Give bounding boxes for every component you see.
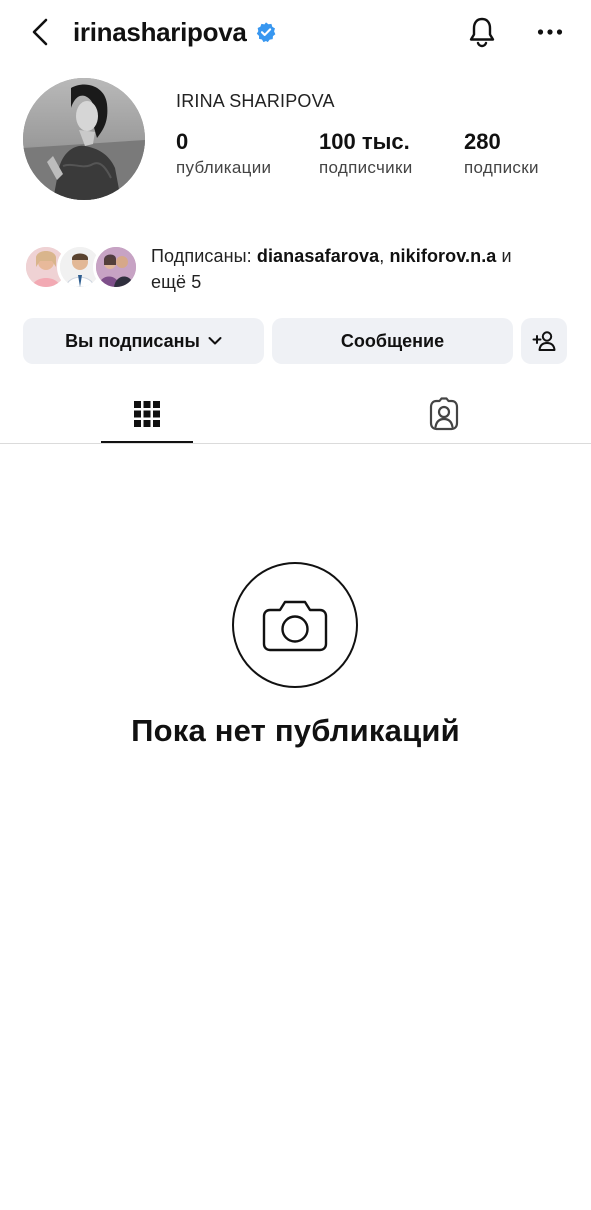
display-name: IRINA SHARIPOVA	[176, 91, 335, 111]
back-button[interactable]	[24, 14, 56, 50]
following-count[interactable]: 280 подписки	[464, 128, 539, 178]
add-person-button[interactable]	[521, 318, 567, 364]
mutual-follower-link[interactable]: nikiforov.n.a	[389, 246, 496, 266]
empty-state-icon-circle	[232, 562, 358, 688]
tab-posts[interactable]	[101, 384, 193, 444]
camera-icon	[262, 600, 328, 652]
following-count-value: 280	[464, 129, 501, 154]
posts-count-label: публикации	[176, 158, 272, 177]
profile-page: irinasharipova IRINA SHARIPOVA 0 публика…	[0, 0, 591, 1210]
followed-by-separator: ,	[379, 246, 390, 266]
followers-count-label: подписчики	[319, 158, 413, 177]
username: irinasharipova	[73, 16, 247, 47]
followers-count-value: 100 тыс.	[319, 129, 410, 154]
tagged-person-icon	[429, 397, 459, 431]
profile-tabs	[0, 384, 591, 444]
chevron-left-icon	[32, 18, 48, 46]
posts-count[interactable]: 0 публикации	[176, 128, 271, 178]
notifications-button[interactable]	[462, 12, 502, 52]
more-horizontal-icon	[537, 29, 563, 35]
followed-by-suffix: и	[496, 246, 512, 266]
profile-avatar[interactable]	[23, 78, 145, 200]
tab-tagged[interactable]	[398, 384, 490, 444]
following-button[interactable]: Вы подписаны	[23, 318, 264, 364]
following-button-label: Вы подписаны	[65, 330, 200, 351]
message-button-label: Сообщение	[340, 330, 445, 351]
posts-count-value: 0	[176, 129, 189, 154]
grid-icon	[134, 401, 160, 427]
mutual-followers-text: Подписаны: dianasafarova, nikiforov.n.a …	[151, 243, 571, 295]
followed-by-more: ещё 5	[151, 272, 202, 292]
active-tab-indicator	[101, 441, 193, 443]
message-button[interactable]: Сообщение	[272, 318, 513, 364]
verified-badge-icon	[255, 21, 277, 43]
username-header: irinasharipova	[73, 14, 277, 50]
top-bar: irinasharipova	[0, 0, 591, 64]
chevron-down-icon	[208, 337, 222, 345]
mutual-follower-avatar	[93, 244, 139, 290]
mutual-follower-link[interactable]: dianasafarova	[257, 246, 379, 266]
bell-icon	[469, 17, 495, 48]
following-count-label: подписки	[464, 158, 539, 177]
followed-by-prefix: Подписаны:	[151, 246, 257, 266]
mutual-followers[interactable]: Подписаны: dianasafarova, nikiforov.n.a …	[23, 240, 573, 294]
add-person-icon	[532, 331, 556, 351]
more-options-button[interactable]	[530, 12, 570, 52]
empty-state-title: Пока нет публикаций	[131, 713, 460, 748]
followers-count[interactable]: 100 тыс. подписчики	[319, 128, 413, 178]
